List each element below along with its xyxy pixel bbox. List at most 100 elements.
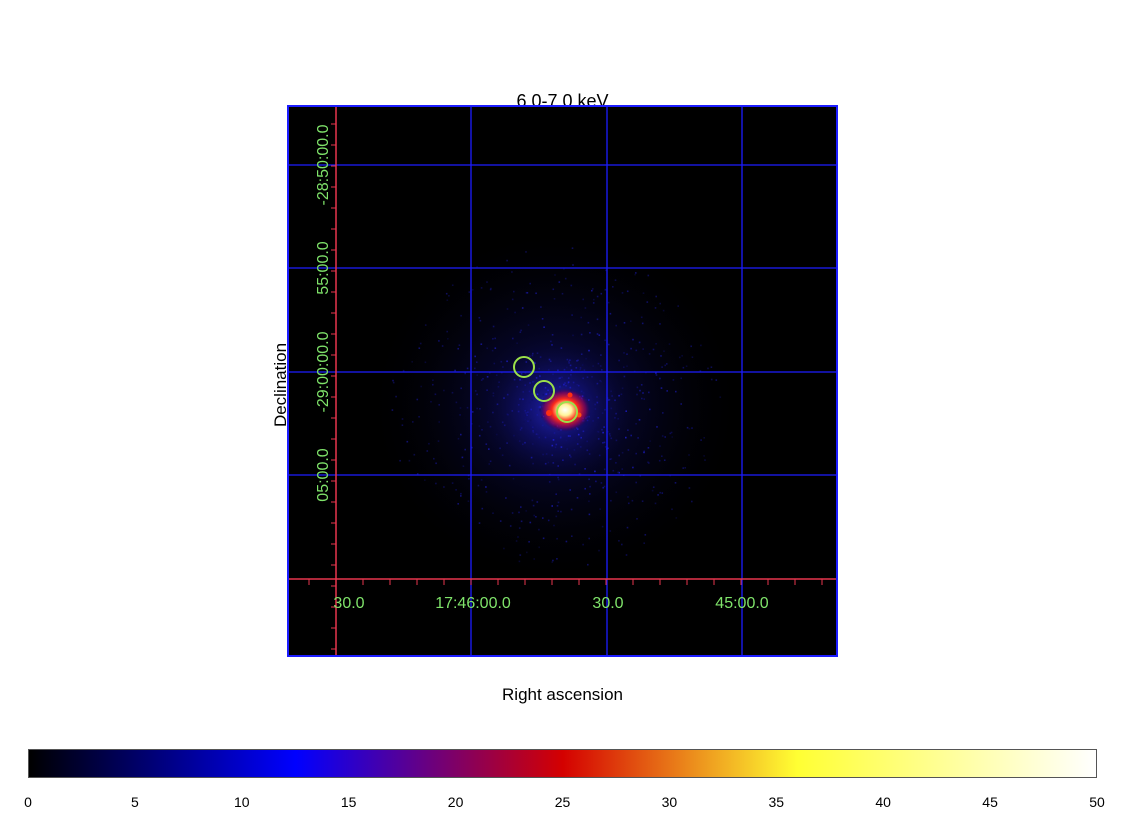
speckle-pixel xyxy=(638,341,641,344)
speckle-pixel xyxy=(505,497,507,499)
speckle-pixel xyxy=(554,274,556,276)
speckle-pixel xyxy=(516,342,518,344)
speckle-pixel xyxy=(538,528,540,531)
speckle-pixel xyxy=(609,312,612,315)
speckle-pixel xyxy=(480,479,483,481)
speckle-pixel xyxy=(579,388,581,391)
speckle-pixel xyxy=(485,443,488,445)
speckle-pixel xyxy=(472,289,474,291)
speckle-pixel xyxy=(643,398,645,400)
speckle-pixel xyxy=(539,375,541,377)
speckle-pixel xyxy=(525,414,527,417)
speckle-pixel xyxy=(570,456,572,458)
colorbar[interactable] xyxy=(28,749,1097,778)
speckle-pixel xyxy=(553,524,555,527)
speckle-pixel xyxy=(603,441,606,444)
speckle-pixel xyxy=(558,377,561,380)
speckle-pixel xyxy=(591,289,593,292)
speckle-pixel xyxy=(524,384,526,386)
speckle-pixel xyxy=(558,281,561,283)
speckle-pixel xyxy=(524,418,527,420)
speckle-pixel xyxy=(618,428,620,430)
speckle-pixel xyxy=(574,463,576,466)
speckle-pixel xyxy=(471,411,474,413)
speckle-pixel xyxy=(557,501,560,504)
speckle-pixel xyxy=(496,403,499,406)
speckle-pixel xyxy=(412,421,414,423)
speckle-pixel xyxy=(545,453,548,455)
speckle-pixel xyxy=(524,441,526,444)
speckle-pixel xyxy=(476,393,478,396)
speckle-pixel xyxy=(586,440,588,443)
speckle-pixel xyxy=(548,481,551,483)
sky-image[interactable]: 30.0 17:46:00.0 30.0 45:00.0 -28:50:00.0… xyxy=(287,105,838,657)
speckle-pixel xyxy=(594,470,596,473)
speckle-pixel xyxy=(529,382,531,384)
speckle-pixel xyxy=(485,491,488,493)
speckle-pixel xyxy=(520,373,523,375)
speckle-pixel xyxy=(506,308,509,310)
speckle-pixel xyxy=(524,409,526,412)
speckle-pixel xyxy=(506,413,509,416)
speckle-pixel xyxy=(519,331,522,333)
speckle-pixel xyxy=(434,393,437,396)
speckle-pixel xyxy=(626,526,629,529)
speckle-pixel xyxy=(576,443,579,445)
speckle-pixel xyxy=(602,431,604,434)
speckle-pixel xyxy=(596,318,599,321)
speckle-pixel xyxy=(572,381,575,384)
speckle-pixel xyxy=(460,314,462,317)
speckle-pixel xyxy=(610,437,613,440)
speckle-pixel xyxy=(719,396,722,398)
speckle-pixel xyxy=(679,356,681,359)
speckle-pixel xyxy=(635,272,637,274)
speckle-pixel xyxy=(564,382,566,384)
speckle-pixel xyxy=(598,334,601,336)
speckle-pixel xyxy=(592,302,595,304)
speckle-pixel xyxy=(511,298,514,301)
speckle-pixel xyxy=(623,352,625,354)
speckle-pixel xyxy=(659,323,661,325)
speckle-pixel xyxy=(551,334,554,336)
speckle-pixel xyxy=(567,377,570,379)
speckle-pixel xyxy=(518,560,521,563)
speckle-pixel xyxy=(691,500,693,503)
speckle-pixel xyxy=(561,376,563,379)
speckle-pixel xyxy=(602,442,604,444)
speckle-pixel xyxy=(579,367,582,369)
speckle-pixel xyxy=(587,392,590,394)
speckle-pixel xyxy=(499,447,501,450)
speckle-pixel xyxy=(635,349,638,352)
speckle-pixel xyxy=(601,369,603,371)
speckle-pixel xyxy=(542,453,544,456)
speckle-pixel xyxy=(460,433,462,436)
speckle-pixel xyxy=(464,372,466,375)
speckle-pixel xyxy=(527,324,530,326)
speckle-pixel xyxy=(670,431,673,434)
speckle-pixel xyxy=(496,374,498,376)
speckle-pixel xyxy=(455,401,458,404)
speckle-pixel xyxy=(544,462,547,465)
speckle-pixel xyxy=(552,373,554,376)
speckle-pixel xyxy=(520,506,522,508)
speckle-pixel xyxy=(703,455,705,457)
speckle-pixel xyxy=(625,554,628,556)
speckle-pixel xyxy=(492,512,494,514)
speckle-pixel xyxy=(569,489,571,491)
speckle-pixel xyxy=(546,382,548,385)
speckle-pixel xyxy=(514,311,516,314)
speckle-pixel xyxy=(478,434,481,437)
speckle-pixel xyxy=(597,417,599,419)
speckle-pixel xyxy=(647,447,650,449)
speckle-pixel xyxy=(538,436,540,439)
speckle-pixel xyxy=(561,384,563,386)
speckle-pixel xyxy=(529,282,531,285)
speckle-pixel xyxy=(654,307,657,309)
speckle-pixel xyxy=(703,437,705,439)
colorbar-tick: 0 xyxy=(24,794,32,810)
speckle-pixel xyxy=(508,464,511,467)
speckle-pixel xyxy=(596,333,599,335)
speckle-pixel xyxy=(486,347,488,350)
speckle-pixel xyxy=(495,433,498,436)
speckle-pixel xyxy=(579,446,582,448)
